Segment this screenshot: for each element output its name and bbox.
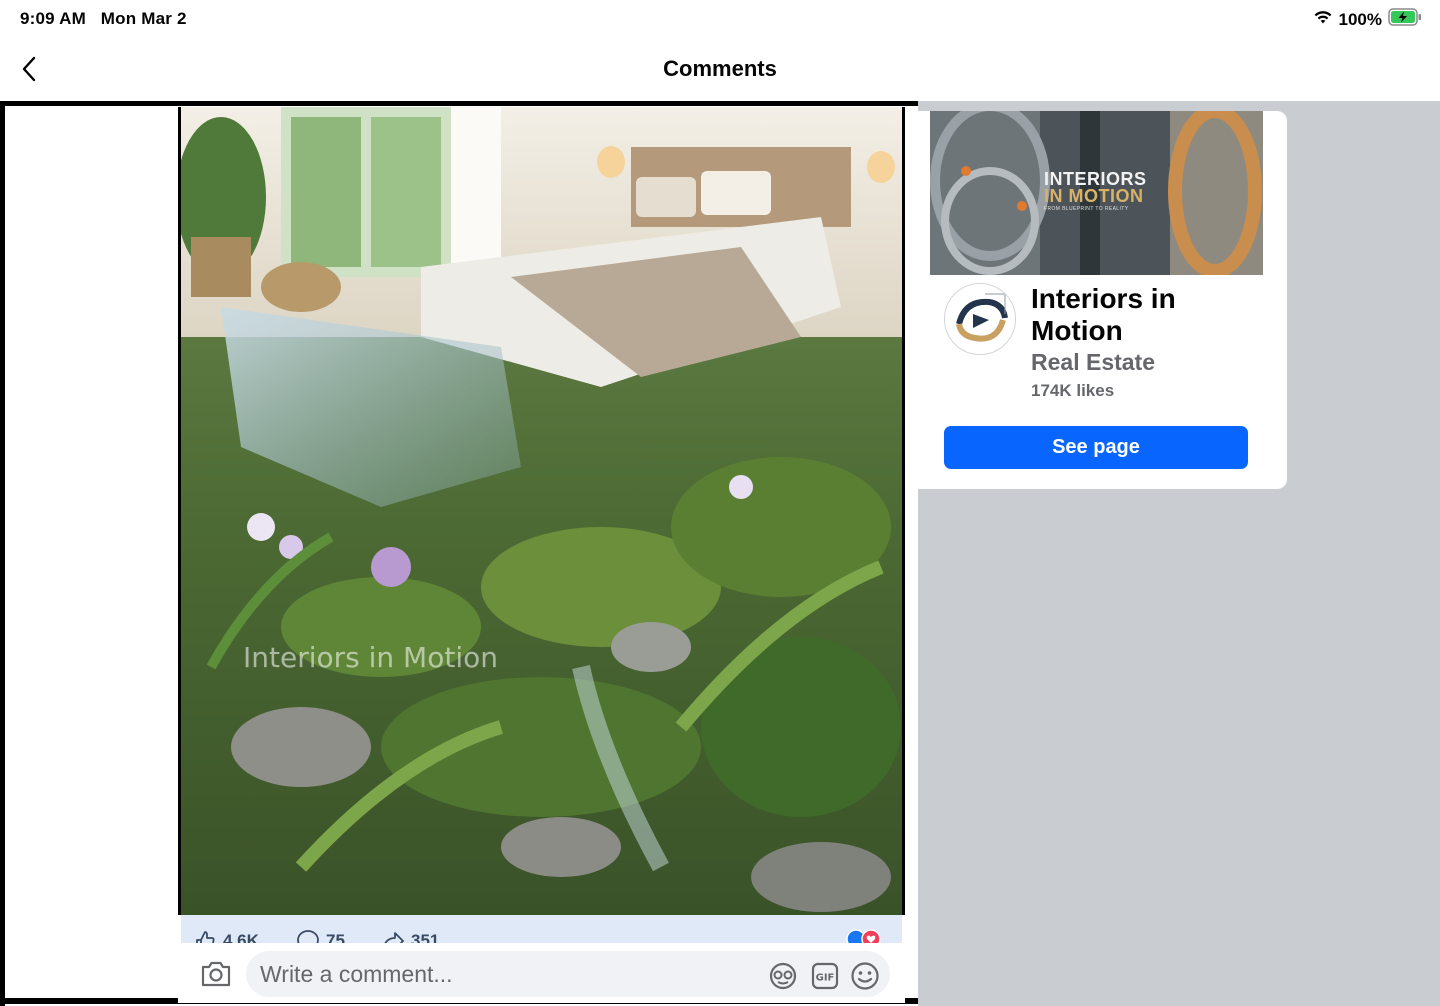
smiley-icon	[851, 962, 879, 990]
gif-icon: GIF	[811, 962, 839, 990]
cover-tagline: FROM BLUEPRINT TO REALITY	[1044, 206, 1129, 212]
camera-button[interactable]	[200, 959, 232, 989]
page-avatar[interactable]	[944, 283, 1016, 355]
clock: 9:09 AM	[20, 9, 86, 28]
battery-percent: 100%	[1338, 9, 1382, 29]
interiors-logo-icon	[945, 284, 1015, 354]
page-category: Real Estate	[1031, 349, 1156, 375]
page-card: INTERIORS IN MOTION FROM BLUEPRINT TO RE…	[918, 111, 1287, 489]
watermark-text: Interiors in Motion	[243, 641, 498, 674]
comment-placeholder: Write a comment...	[260, 960, 453, 987]
see-page-button[interactable]: See page	[944, 426, 1248, 469]
comment-composer: Write a comment... GIF	[178, 943, 905, 1003]
status-indicators: 100%	[1313, 8, 1422, 31]
page-cover-image[interactable]: INTERIORS IN MOTION FROM BLUEPRINT TO RE…	[930, 111, 1263, 275]
cover-title-line2: IN MOTION	[1044, 186, 1144, 206]
battery-charging-icon	[1388, 8, 1422, 31]
page-likes: 174K likes	[1031, 381, 1115, 400]
cover-title: INTERIORS IN MOTION	[1044, 170, 1147, 206]
avatar-sticker-icon	[769, 962, 797, 990]
camera-icon	[201, 961, 231, 987]
emoji-button[interactable]	[850, 961, 880, 991]
wifi-icon	[1313, 9, 1333, 30]
status-bar: 9:09 AM Mon Mar 2 100%	[0, 0, 1440, 38]
svg-text:GIF: GIF	[816, 973, 835, 984]
date: Mon Mar 2	[100, 9, 187, 28]
page-title: Comments	[663, 56, 777, 81]
avatar-sticker-button[interactable]	[768, 961, 798, 991]
gif-button[interactable]: GIF	[810, 961, 840, 991]
reactions-bar: 4.6K 75 351	[181, 915, 902, 945]
bedroom-floor-illustration	[181, 107, 902, 915]
post-image[interactable]: Interiors in Motion	[178, 107, 905, 915]
nav-bar: Comments	[0, 38, 1440, 100]
page-name[interactable]: Interiors in Motion	[1031, 283, 1271, 347]
status-time: 9:09 AM Mon Mar 2	[20, 9, 187, 29]
